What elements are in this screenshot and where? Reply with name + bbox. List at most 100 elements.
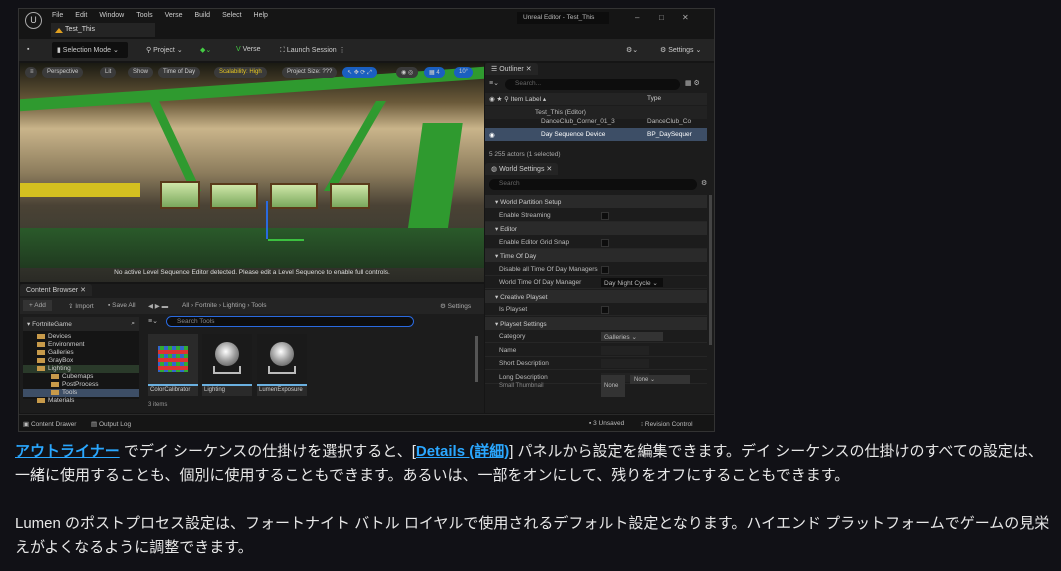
add-button[interactable]: + Add xyxy=(23,300,52,311)
angle-snap-toggle[interactable]: 10° xyxy=(454,67,474,78)
property-dropdown[interactable]: Galleries ⌄ xyxy=(601,332,663,341)
details-section[interactable]: ▾ Editor xyxy=(485,222,707,235)
folder-item[interactable]: Cubemaps xyxy=(23,373,139,381)
import-button[interactable]: ⇪ Import xyxy=(68,302,94,310)
property-label: Is Playset xyxy=(499,306,528,313)
project-dropdown[interactable]: ⚲ Project ⌄ xyxy=(141,42,188,58)
outliner-settings-icon[interactable]: ▦ ⚙ xyxy=(685,79,700,87)
minimize-button[interactable]: – xyxy=(635,13,639,22)
selection-mode-dropdown[interactable]: ▮ Selection Mode ⌄ xyxy=(52,42,128,58)
folder-item[interactable]: Devices xyxy=(23,333,139,341)
outliner-tab[interactable]: ☰ Outliner ✕ xyxy=(485,63,538,75)
menu-select[interactable]: Select xyxy=(222,12,241,19)
asset-search-input[interactable]: Search Tools xyxy=(166,316,414,327)
gizmo-z-axis[interactable] xyxy=(266,201,268,239)
grid-snap-toggle[interactable]: ▦ 4 xyxy=(424,67,445,78)
cb-settings-button[interactable]: ⚙ Settings xyxy=(440,302,471,310)
transform-tools[interactable]: ↖ ✥ ⟳ ⤢ xyxy=(342,67,377,78)
breadcrumb-tools[interactable]: Tools xyxy=(251,302,266,309)
main-toolbar: ▪ ▮ Selection Mode ⌄ ⚲ Project ⌄ ◆⌄ V Ve… xyxy=(19,39,714,61)
asset-tile[interactable]: ColorCalibrator xyxy=(148,334,198,396)
outliner-row-selected[interactable]: ◉ Day Sequence Device BP_DaySequer xyxy=(485,128,707,141)
col-type[interactable]: Type xyxy=(647,95,661,102)
viewport-menu-icon[interactable]: ≡ xyxy=(25,67,37,78)
details-section[interactable]: ▾ Time Of Day xyxy=(485,249,707,262)
project-size-button[interactable]: Project Size: ??? xyxy=(282,67,338,78)
asset-scrollbar[interactable] xyxy=(475,336,478,382)
save-all-button[interactable]: ▪ Save All xyxy=(108,302,136,309)
settings-button[interactable]: ⚙ Settings ⌄ xyxy=(655,42,706,58)
menu-verse[interactable]: Verse xyxy=(165,12,183,19)
thumbnail-preview: None xyxy=(601,375,625,397)
filter-icon[interactable]: ≡⌄ xyxy=(148,317,158,325)
import-label: Import xyxy=(75,303,94,310)
content-drawer-button[interactable]: ▣ Content Drawer xyxy=(23,420,76,428)
details-section[interactable]: ▾ World Partition Setup xyxy=(485,195,707,208)
asset-tile[interactable]: LumenExposure xyxy=(257,334,307,396)
folder-item[interactable]: Lighting xyxy=(23,365,139,373)
unsaved-button[interactable]: ▪ 3 Unsaved xyxy=(589,420,624,427)
menu-help[interactable]: Help xyxy=(254,12,268,19)
menu-edit[interactable]: Edit xyxy=(75,12,87,19)
camera-icons[interactable]: ◉ ◎ xyxy=(396,67,419,78)
verse-button[interactable]: V Verse xyxy=(231,42,266,58)
visibility-icon[interactable]: ◉ xyxy=(489,132,495,139)
time-of-day-button[interactable]: Time of Day xyxy=(158,67,201,78)
folder-item[interactable]: PostProcess xyxy=(23,381,139,389)
revision-control-label: Revision Control xyxy=(644,421,693,428)
close-button[interactable]: ✕ xyxy=(682,13,689,22)
breadcrumb-fortnite[interactable]: Fortnite xyxy=(195,302,217,309)
property-text-input[interactable] xyxy=(601,345,649,355)
menu-window[interactable]: Window xyxy=(99,12,124,19)
scalability-button[interactable]: Scalability: High xyxy=(214,67,267,78)
breadcrumb-all[interactable]: All xyxy=(182,302,189,309)
folder-item[interactable]: GrayBox xyxy=(23,357,139,365)
menu-build[interactable]: Build xyxy=(195,12,211,19)
folder-item[interactable]: Tools xyxy=(23,389,139,397)
details-search-input[interactable]: Search xyxy=(489,179,697,190)
breadcrumb-lighting[interactable]: Lighting xyxy=(223,302,246,309)
level-tab[interactable]: Test_This xyxy=(51,23,155,37)
thumbnail-dropdown[interactable]: None ⌄ xyxy=(630,375,690,384)
perspective-button[interactable]: Perspective xyxy=(42,67,84,78)
maximize-button[interactable]: □ xyxy=(659,13,664,22)
lit-button[interactable]: Lit xyxy=(100,67,117,78)
gizmo-y-axis[interactable] xyxy=(268,239,304,241)
menu-tools[interactable]: Tools xyxy=(136,12,152,19)
level-viewport[interactable]: ≡ Perspective Lit Show Time of Day Scala… xyxy=(20,63,484,282)
property-checkbox[interactable] xyxy=(601,211,609,220)
col-item-label[interactable]: Item Label xyxy=(511,96,541,103)
property-dropdown[interactable]: Day Night Cycle ⌄ xyxy=(601,278,663,287)
details-settings-icon[interactable]: ⚙ xyxy=(701,179,707,187)
property-checkbox[interactable] xyxy=(601,306,609,314)
menu-file[interactable]: File xyxy=(52,12,63,19)
output-log-button[interactable]: ▤ Output Log xyxy=(91,420,131,428)
details-section[interactable]: ▾ Creative Playset xyxy=(485,289,707,303)
world-settings-tab[interactable]: ◍ World Settings ✕ xyxy=(485,163,559,175)
folder-item[interactable]: Environment xyxy=(23,341,139,349)
launch-session-button[interactable]: ⛶ Launch Session ⋮ xyxy=(275,42,351,58)
property-checkbox[interactable] xyxy=(601,238,609,247)
details-scrollbar[interactable] xyxy=(709,195,712,345)
property-checkbox[interactable] xyxy=(601,265,609,274)
outliner-search-input[interactable]: Search... xyxy=(505,79,680,90)
asset-tile[interactable]: Lighting xyxy=(202,334,252,396)
details-link[interactable]: Details (詳細) xyxy=(416,443,509,460)
revision-control-button[interactable]: ⁝ Revision Control xyxy=(641,420,693,428)
add-actor-icon[interactable]: ◆⌄ xyxy=(195,42,216,58)
outliner-link[interactable]: アウトライナー xyxy=(15,443,120,460)
outliner-row[interactable]: DanceClub_Corner_01_3 DanceClub_Co xyxy=(485,115,707,128)
save-icon[interactable]: ▪ xyxy=(22,42,34,58)
history-nav-icons[interactable]: ◀ ▶ ▬ xyxy=(148,302,168,310)
filter-icon[interactable]: ≡⌄ xyxy=(489,79,499,87)
content-browser-tab[interactable]: Content Browser ✕ xyxy=(20,284,92,296)
show-button[interactable]: Show xyxy=(128,67,154,78)
tree-root[interactable]: ▾ FortniteGame ⌕ xyxy=(23,317,139,331)
folder-item[interactable]: Materials xyxy=(23,397,139,405)
tree-search-icon[interactable]: ⌕ xyxy=(131,320,135,328)
folder-item[interactable]: Galleries xyxy=(23,349,139,357)
folder-label: Lighting xyxy=(48,365,71,372)
details-section[interactable]: ▾ Playset Settings xyxy=(485,316,707,330)
platforms-icon[interactable]: ⚙⌄ xyxy=(621,42,643,58)
property-text-input[interactable] xyxy=(601,359,649,368)
